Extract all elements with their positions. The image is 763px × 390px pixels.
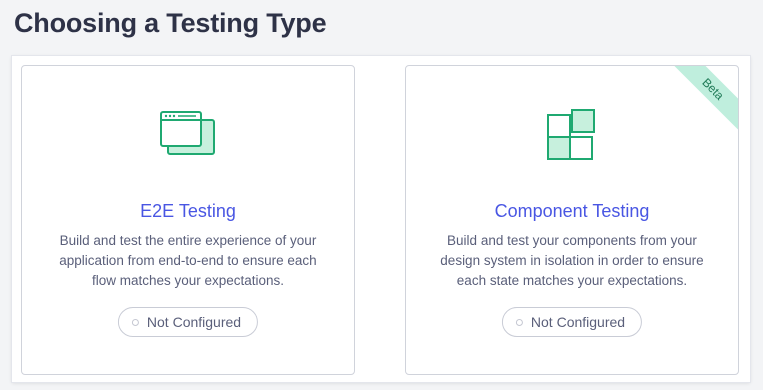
e2e-testing-title: E2E Testing xyxy=(140,201,236,221)
testing-type-panel: E2E Testing Build and test the entire ex… xyxy=(12,56,750,382)
component-testing-title: Component Testing xyxy=(494,201,650,221)
browser-windows-icon xyxy=(160,111,215,155)
page-title: Choosing a Testing Type xyxy=(14,8,327,38)
component-status-label: Not Configured xyxy=(530,314,626,330)
component-testing-description: Build and test your components from your… xyxy=(440,233,704,288)
status-dot-icon xyxy=(131,318,139,326)
e2e-status-label: Not Configured xyxy=(146,314,242,330)
e2e-status-badge: Not Configured xyxy=(117,307,259,337)
e2e-testing-description: Build and test the entire experience of … xyxy=(59,233,317,288)
component-status-badge: Not Configured xyxy=(501,307,643,337)
status-dot-icon xyxy=(515,318,523,326)
component-testing-card[interactable]: Beta Component Testing Build and test yo… xyxy=(405,65,739,375)
beta-badge: Beta xyxy=(666,66,738,136)
component-grid-icon xyxy=(547,109,595,160)
e2e-testing-card[interactable]: E2E Testing Build and test the entire ex… xyxy=(21,65,355,375)
